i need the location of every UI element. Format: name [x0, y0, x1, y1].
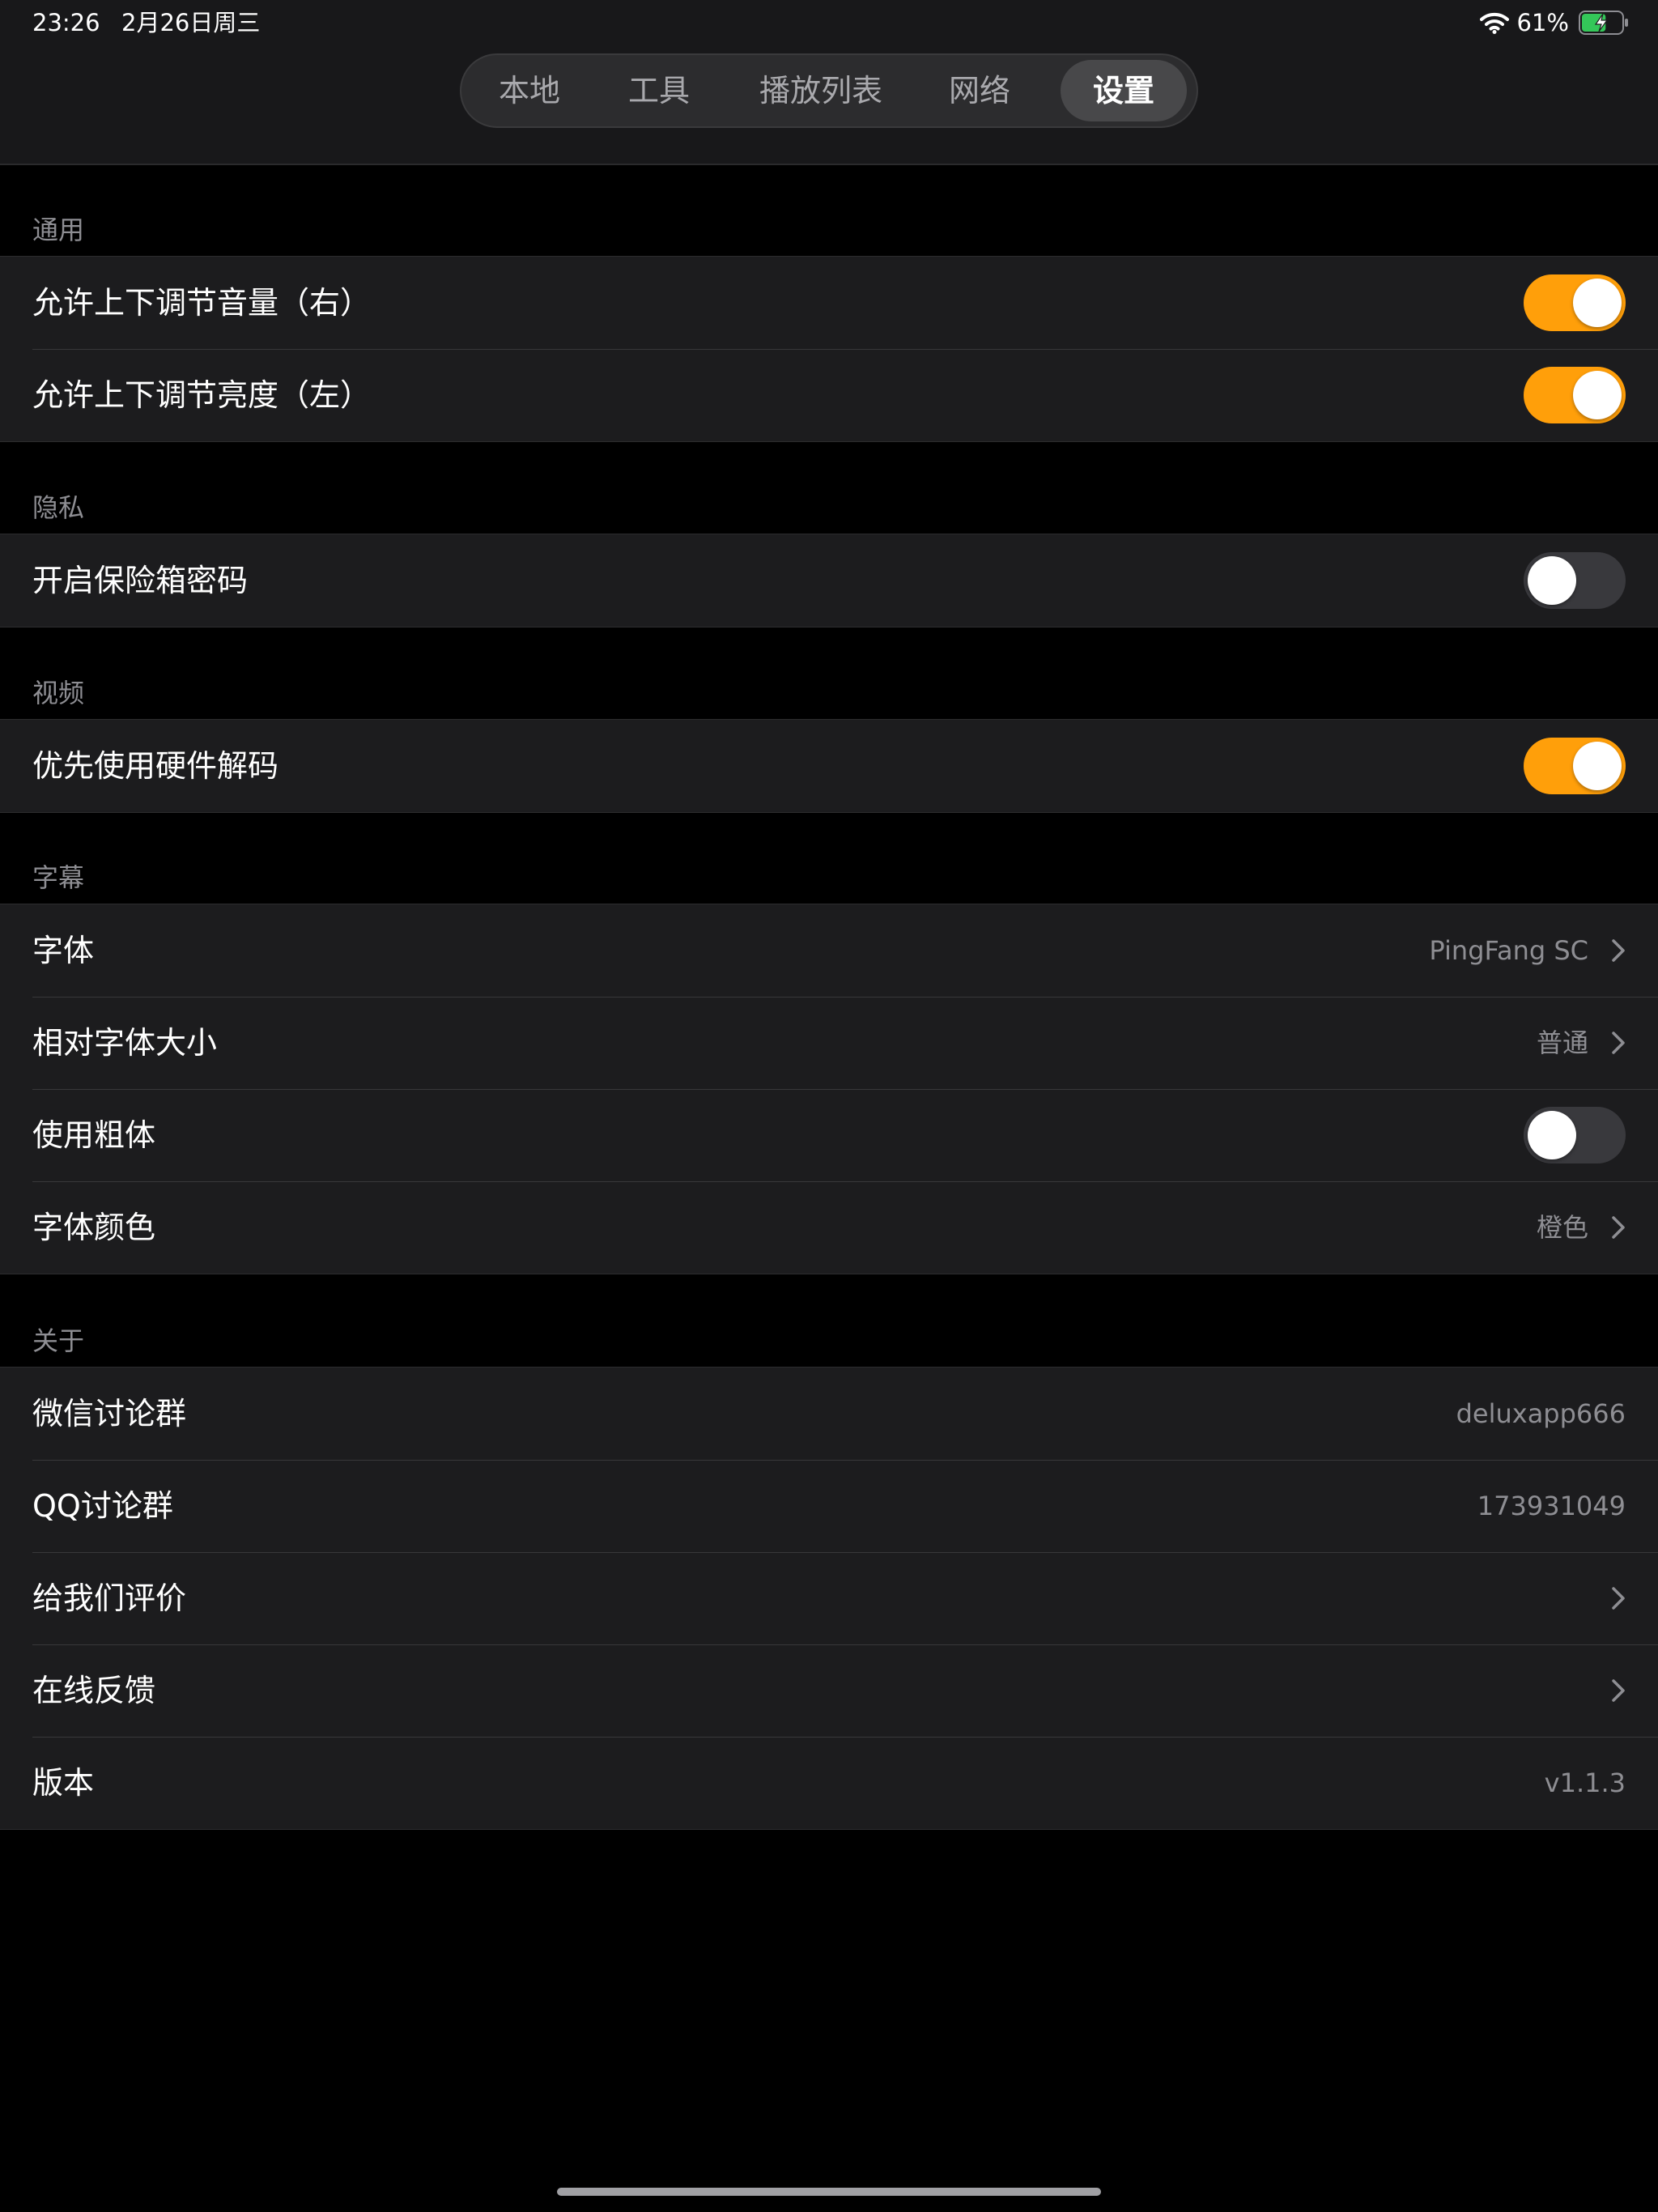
setting-label: 允许上下调节音量（右） [32, 285, 372, 321]
vault-password-toggle[interactable] [1524, 552, 1626, 609]
setting-label: 字体 [32, 933, 95, 968]
toggle-knob [1528, 1111, 1576, 1159]
setting-label: 给我们评价 [32, 1580, 187, 1616]
section-header-video: 视频 [32, 678, 85, 708]
setting-row-wechat-group[interactable]: 微信讨论群 deluxapp666 [0, 1368, 1658, 1460]
toggle-knob [1573, 371, 1622, 419]
settings-group-about: 微信讨论群 deluxapp666 QQ讨论群 173931049 给我们评价 … [0, 1367, 1658, 1830]
status-time: 23:26 [32, 9, 100, 36]
section-header-subtitles: 字幕 [32, 862, 85, 893]
tab-tools[interactable]: 工具 [602, 60, 716, 121]
setting-label: 字体颜色 [32, 1210, 156, 1245]
tab-settings[interactable]: 设置 [1061, 60, 1187, 121]
wifi-icon [1479, 12, 1509, 34]
setting-label: 相对字体大小 [32, 1025, 218, 1061]
setting-label: 使用粗体 [32, 1117, 156, 1153]
setting-row-font-size[interactable]: 相对字体大小 普通 [0, 997, 1658, 1089]
setting-row-vault-password: 开启保险箱密码 [0, 534, 1658, 627]
setting-value: deluxapp666 [1456, 1398, 1626, 1429]
section-header-about: 关于 [32, 1325, 85, 1356]
setting-label: 微信讨论群 [32, 1396, 187, 1431]
setting-row-hardware-decoding: 优先使用硬件解码 [0, 720, 1658, 812]
setting-row-volume-gesture: 允许上下调节音量（右） [0, 257, 1658, 349]
main-tab-bar: 本地 工具 播放列表 网络 设置 [460, 53, 1198, 128]
status-date: 2月26日周三 [121, 9, 261, 36]
battery-charging-icon [1579, 11, 1628, 35]
bold-toggle[interactable] [1524, 1107, 1626, 1163]
setting-label: 开启保险箱密码 [32, 563, 249, 598]
toggle-knob [1528, 556, 1576, 605]
brightness-gesture-toggle[interactable] [1524, 367, 1626, 423]
setting-row-feedback[interactable]: 在线反馈 [0, 1644, 1658, 1737]
setting-label: QQ讨论群 [32, 1488, 173, 1524]
chevron-right-icon [1612, 1216, 1625, 1239]
chevron-right-icon [1612, 1032, 1625, 1054]
setting-value: 普通 [1536, 1027, 1588, 1058]
settings-group-subtitles: 字体 PingFang SC 相对字体大小 普通 使用粗体 字体颜色 橙色 [0, 904, 1658, 1274]
settings-group-video: 优先使用硬件解码 [0, 719, 1658, 813]
setting-label: 优先使用硬件解码 [32, 748, 279, 784]
setting-row-bold: 使用粗体 [0, 1089, 1658, 1181]
status-indicators: 61% [1479, 6, 1629, 39]
toggle-knob [1573, 279, 1622, 327]
top-bar: 23:26 2月26日周三 61% 本地 工具 播放列表 网络 设置 [0, 0, 1658, 165]
toggle-knob [1573, 742, 1622, 790]
volume-gesture-toggle[interactable] [1524, 274, 1626, 331]
tab-playlist[interactable]: 播放列表 [740, 60, 902, 121]
setting-row-qq-group[interactable]: QQ讨论群 173931049 [0, 1460, 1658, 1552]
setting-row-font-color[interactable]: 字体颜色 橙色 [0, 1181, 1658, 1274]
chevron-right-icon [1612, 1587, 1625, 1610]
setting-label: 允许上下调节亮度（左） [32, 377, 372, 413]
hardware-decoding-toggle[interactable] [1524, 738, 1626, 794]
setting-label: 版本 [32, 1765, 95, 1801]
tab-network[interactable]: 网络 [923, 60, 1036, 121]
setting-row-version: 版本 v1.1.3 [0, 1737, 1658, 1829]
setting-value: 橙色 [1536, 1212, 1588, 1243]
chevron-right-icon [1612, 939, 1625, 962]
tab-local[interactable]: 本地 [473, 60, 586, 121]
version-value: v1.1.3 [1544, 1767, 1626, 1798]
setting-row-rate-us[interactable]: 给我们评价 [0, 1552, 1658, 1644]
setting-value: PingFang SC [1429, 935, 1588, 966]
chevron-right-icon [1612, 1679, 1625, 1702]
settings-group-general: 允许上下调节音量（右） 允许上下调节亮度（左） [0, 256, 1658, 442]
home-indicator[interactable] [557, 2188, 1101, 2196]
settings-group-privacy: 开启保险箱密码 [0, 534, 1658, 627]
setting-row-font[interactable]: 字体 PingFang SC [0, 904, 1658, 997]
setting-label: 在线反馈 [32, 1673, 156, 1708]
battery-percent: 61% [1516, 9, 1569, 36]
section-header-privacy: 隐私 [32, 492, 85, 523]
setting-value: 173931049 [1477, 1491, 1626, 1521]
section-header-general: 通用 [32, 215, 85, 245]
setting-row-brightness-gesture: 允许上下调节亮度（左） [0, 349, 1658, 441]
